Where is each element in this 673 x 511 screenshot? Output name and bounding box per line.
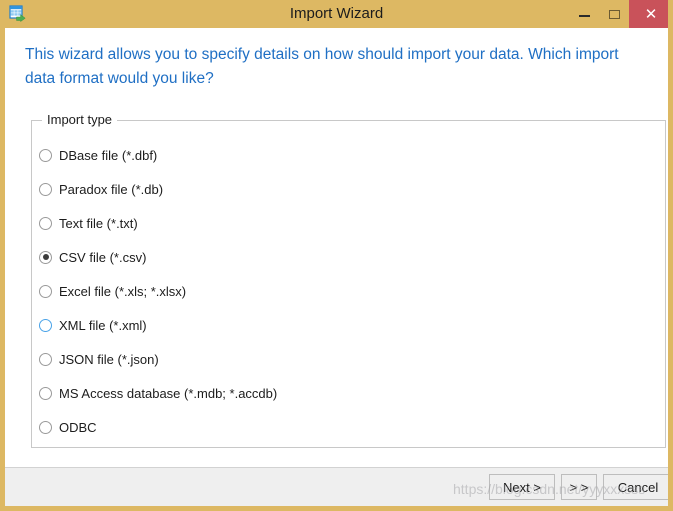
radio-option-ms-access[interactable]: MS Access database (*.mdb; *.accdb) — [37, 376, 665, 410]
instruction-text: This wizard allows you to specify detail… — [25, 46, 619, 87]
radio-label-dbase: DBase file (*.dbf) — [59, 147, 158, 163]
import-type-group-label: Import type — [42, 112, 118, 127]
close-icon: ✕ — [644, 6, 658, 23]
dialog-footer: Next > > > Cancel — [5, 467, 668, 506]
radio-option-odbc[interactable]: ODBC — [37, 410, 665, 444]
import-type-radio-group: DBase file (*.dbf) Paradox file (*.db) T… — [37, 138, 665, 444]
radio-icon-text[interactable] — [39, 216, 52, 230]
minimize-icon — [569, 0, 599, 28]
radio-option-excel[interactable]: Excel file (*.xls; *.xlsx) — [37, 274, 665, 308]
radio-label-paradox: Paradox file (*.db) — [59, 181, 164, 197]
import-type-groupbox: Import type DBase file (*.dbf) Paradox f… — [31, 112, 666, 448]
fast-forward-button[interactable]: > > — [561, 474, 597, 500]
radio-label-text: Text file (*.txt) — [59, 215, 138, 231]
radio-icon-xml[interactable] — [39, 318, 52, 332]
radio-label-csv: CSV file (*.csv) — [59, 249, 147, 265]
radio-icon-csv[interactable] — [39, 250, 52, 264]
radio-label-xml: XML file (*.xml) — [59, 317, 147, 333]
radio-option-json[interactable]: JSON file (*.json) — [37, 342, 665, 376]
maximize-button[interactable] — [599, 0, 629, 28]
radio-icon-excel[interactable] — [39, 284, 52, 298]
radio-option-xml[interactable]: XML file (*.xml) — [37, 308, 665, 342]
radio-icon-dbase[interactable] — [39, 148, 52, 162]
radio-icon-odbc[interactable] — [39, 420, 52, 434]
next-button[interactable]: Next > — [489, 474, 555, 500]
cancel-button[interactable]: Cancel — [603, 474, 668, 500]
title-bar: Import Wizard ✕ — [5, 0, 668, 28]
radio-option-text[interactable]: Text file (*.txt) — [37, 206, 665, 240]
minimize-button[interactable] — [569, 0, 599, 28]
close-button[interactable]: ✕ — [629, 0, 668, 28]
radio-option-paradox[interactable]: Paradox file (*.db) — [37, 172, 665, 206]
radio-label-ms-access: MS Access database (*.mdb; *.accdb) — [59, 385, 278, 401]
maximize-icon — [599, 0, 629, 28]
radio-icon-ms-access[interactable] — [39, 386, 52, 400]
radio-icon-paradox[interactable] — [39, 182, 52, 196]
radio-label-excel: Excel file (*.xls; *.xlsx) — [59, 283, 187, 299]
radio-label-odbc: ODBC — [59, 419, 97, 435]
radio-option-csv[interactable]: CSV file (*.csv) — [37, 240, 665, 274]
radio-label-json: JSON file (*.json) — [59, 351, 159, 367]
import-wizard-window: Import Wizard ✕ This wizard allows you t… — [0, 0, 673, 511]
radio-option-dbase[interactable]: DBase file (*.dbf) — [37, 138, 665, 172]
footer-button-bar: Next > > > Cancel — [489, 474, 668, 500]
radio-icon-json[interactable] — [39, 352, 52, 366]
dialog-body: This wizard allows you to specify detail… — [5, 28, 668, 467]
window-controls: ✕ — [569, 0, 668, 28]
